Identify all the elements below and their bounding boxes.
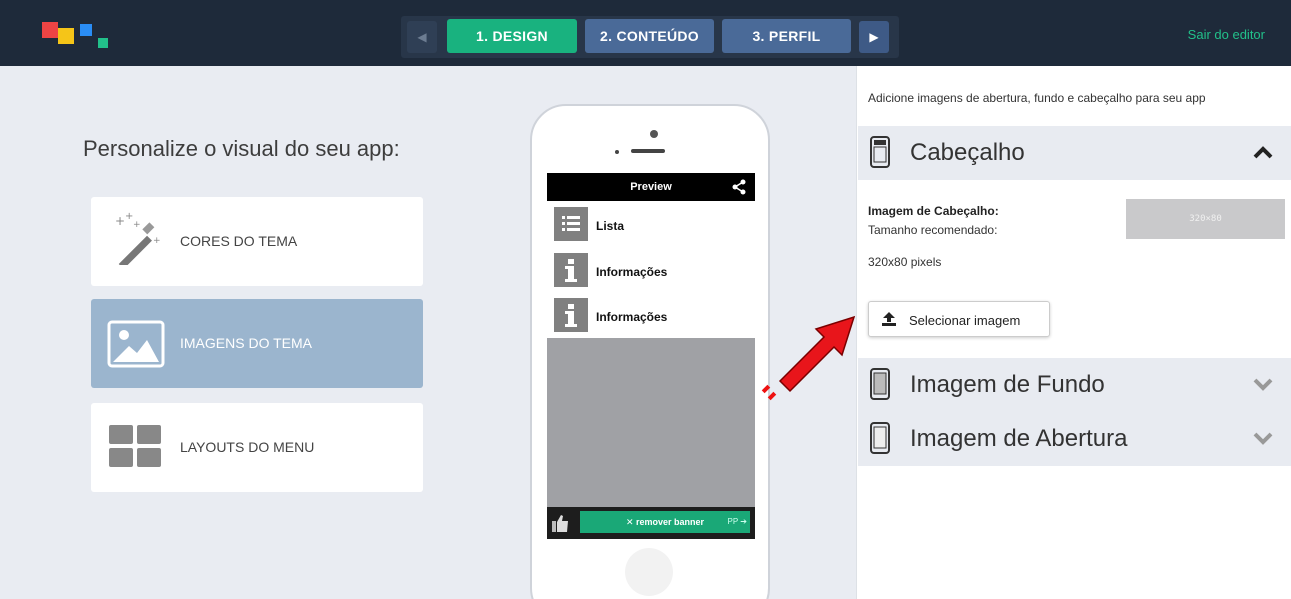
header-section-title: Cabeçalho (910, 139, 1025, 166)
logo-green-square (98, 38, 108, 48)
list-item-label: Informações (596, 310, 668, 324)
step-profile-button[interactable]: 3. PERFIL (722, 19, 851, 53)
grid-layout-icon (109, 425, 161, 467)
preview-list: Lista Informações Informações (547, 201, 755, 338)
logo-red-square (42, 22, 58, 38)
next-step-button[interactable]: ▶ (859, 21, 889, 53)
upload-icon (882, 312, 896, 326)
list-item-label: Informações (596, 265, 668, 279)
svg-text:+: + (133, 220, 141, 230)
svg-text:+: + (153, 236, 161, 246)
phone-speaker (631, 149, 665, 153)
menu-layouts-label: LAYOUTS DO MENU (180, 439, 315, 455)
chevron-up-icon (1253, 146, 1273, 159)
recommended-size-label: Tamanho recomendado: (868, 223, 998, 237)
red-arrow-annotation (761, 315, 856, 401)
header-image-label: Imagem de Cabeçalho: (868, 204, 999, 218)
images-hint: Adicione imagens de abertura, fundo e ca… (868, 91, 1206, 105)
right-panel: Adicione imagens de abertura, fundo e ca… (856, 66, 1291, 599)
background-section-title: Imagem de Fundo (910, 371, 1105, 398)
preview-title: Preview (630, 181, 672, 193)
splash-section-title: Imagem de Abertura (910, 425, 1128, 452)
image-icon (107, 320, 165, 368)
step-design-button[interactable]: 1. DESIGN (447, 19, 577, 53)
header-section-toggle[interactable]: Cabeçalho (858, 126, 1291, 180)
remove-banner-button[interactable]: ✕ remover banner (580, 511, 750, 533)
menu-layouts-card[interactable]: LAYOUTS DO MENU (91, 403, 423, 492)
theme-colors-label: CORES DO TEMA (180, 233, 298, 249)
chevron-down-icon (1253, 378, 1273, 391)
theme-colors-card[interactable]: + + + + CORES DO TEMA (91, 197, 423, 286)
step-navigation: ◀ 1. DESIGN 2. CONTEÚDO 3. PERFIL ▶ (401, 16, 899, 58)
ad-banner: ✕ remover banner PP ➔ (547, 507, 755, 539)
theme-images-label: IMAGENS DO TEMA (180, 335, 312, 351)
thumbs-up-icon (552, 515, 568, 532)
info-icon (554, 253, 588, 287)
recommended-size-value: 320x80 pixels (868, 255, 942, 269)
theme-images-card[interactable]: IMAGENS DO TEMA (91, 299, 423, 388)
phone-sensor (615, 150, 619, 154)
list-icon (554, 207, 588, 241)
header-image-placeholder: 320×80 (1126, 199, 1285, 239)
phone-home-button (625, 548, 673, 596)
select-image-label: Selecionar imagem (909, 313, 1021, 328)
logo-yellow-square (58, 28, 74, 44)
chevron-down-icon (1253, 432, 1273, 445)
top-bar: ◀ 1. DESIGN 2. CONTEÚDO 3. PERFIL ▶ Sair… (0, 0, 1291, 66)
app-logo[interactable] (42, 22, 112, 52)
phone-header-icon (870, 136, 890, 168)
phone-splash-icon (870, 422, 890, 454)
preview-header: Preview (547, 173, 755, 201)
list-item: Lista (554, 207, 754, 243)
list-item: Informações (554, 253, 754, 289)
logo-blue-square (80, 24, 92, 36)
splash-section-toggle[interactable]: Imagem de Abertura (858, 412, 1291, 466)
phone-background-icon (870, 368, 890, 400)
background-section-toggle[interactable]: Imagem de Fundo (858, 358, 1291, 412)
phone-camera (650, 130, 658, 138)
magic-wand-icon: + + + + (115, 211, 161, 265)
step-content-button[interactable]: 2. CONTEÚDO (585, 19, 714, 53)
phone-screen-preview: Preview Lista Informações Informações ✕ … (547, 173, 755, 539)
left-panel-title: Personalize o visual do seu app: (83, 136, 400, 161)
select-image-button[interactable]: Selecionar imagem (868, 301, 1050, 337)
share-icon (732, 179, 746, 195)
prev-step-button[interactable]: ◀ (407, 21, 437, 53)
list-item: Informações (554, 298, 754, 334)
list-item-label: Lista (596, 219, 625, 233)
svg-text:+: + (115, 214, 125, 228)
info-icon (554, 298, 588, 332)
exit-editor-link[interactable]: Sair do editor (1188, 27, 1265, 42)
banner-suffix: PP ➔ (727, 517, 747, 526)
